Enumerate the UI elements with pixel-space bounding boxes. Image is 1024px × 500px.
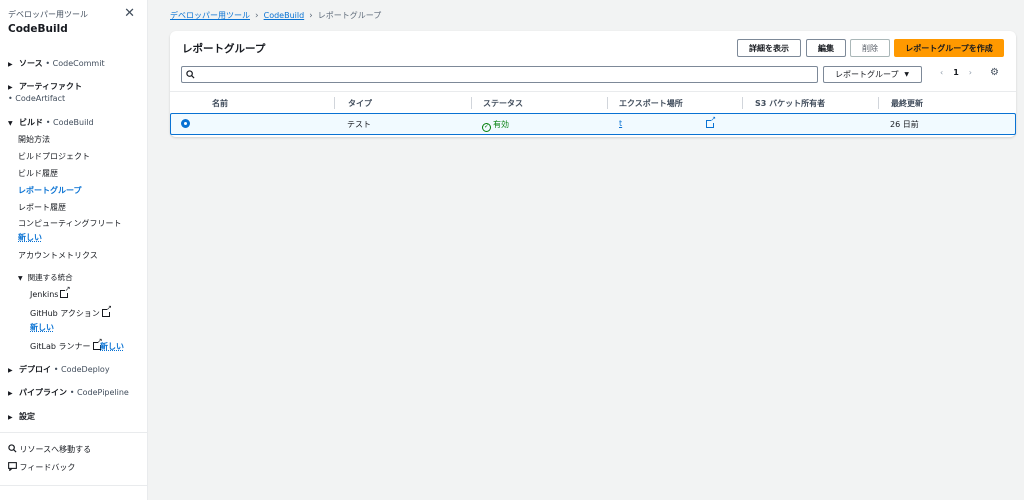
- caret-right-icon: ▶: [8, 390, 13, 397]
- sidebar-item-jenkins[interactable]: Jenkins: [30, 285, 70, 299]
- caret-right-icon: ▶: [8, 367, 13, 374]
- cell-type: テスト: [347, 120, 371, 129]
- breadcrumb-devtools[interactable]: デベロッパー用ツール: [170, 11, 250, 20]
- sidebar-item-build-history[interactable]: ビルド履歴: [18, 168, 58, 179]
- column-header-status[interactable]: ステータス: [483, 98, 523, 109]
- row-radio-selected[interactable]: [181, 119, 190, 128]
- sidebar-item-report-history[interactable]: レポート履歴: [18, 202, 66, 213]
- sidebar-title[interactable]: CodeBuild: [8, 23, 139, 35]
- caret-right-icon: ▶: [8, 414, 13, 421]
- divider: [0, 485, 148, 486]
- caret-down-icon: ▼: [18, 275, 23, 282]
- caret-right-icon: ▶: [8, 84, 13, 91]
- column-divider[interactable]: [334, 97, 335, 109]
- sidebar-subtitle[interactable]: デベロッパー用ツール: [8, 9, 139, 20]
- chevron-right-icon: ›: [255, 11, 259, 21]
- close-icon[interactable]: ✕: [124, 7, 135, 20]
- column-header-name[interactable]: 名前: [212, 98, 228, 109]
- status-badge: ✓ 有効: [482, 120, 509, 132]
- column-divider[interactable]: [878, 97, 879, 109]
- page-number[interactable]: 1: [953, 68, 959, 77]
- sidebar-item-gitlab[interactable]: GitLab ランナー: [30, 337, 103, 352]
- gear-icon[interactable]: ⚙: [990, 67, 999, 78]
- external-link-icon: [60, 285, 70, 298]
- sidebar-section-pipeline[interactable]: ▶ パイプライン • CodePipeline: [8, 387, 129, 398]
- sidebar-item-account-metrics[interactable]: アカウントメトリクス: [18, 250, 98, 261]
- side-navigation: デベロッパー用ツール CodeBuild ✕ ▶ ソース • CodeCommit…: [0, 0, 148, 500]
- cell-export-link[interactable]: t: [619, 119, 622, 128]
- column-divider[interactable]: [471, 97, 472, 109]
- external-link-icon[interactable]: [706, 115, 716, 128]
- external-link-icon: [101, 304, 112, 317]
- column-header-s3-owner[interactable]: S3 バケット所有者: [755, 98, 825, 109]
- divider: [0, 432, 148, 433]
- sidebar-header: デベロッパー用ツール CodeBuild ✕: [0, 0, 147, 44]
- new-badge: 新しい: [100, 342, 124, 351]
- caret-right-icon: ▶: [8, 61, 13, 68]
- report-groups-panel: レポートグループ 詳細を表示 編集 削除 レポートグループを作成 レポートグルー…: [170, 31, 1016, 137]
- column-header-last-modified[interactable]: 最終更新: [891, 98, 923, 109]
- sidebar-item-compute-fleets[interactable]: コンピューティングフリート: [18, 218, 122, 229]
- caret-down-icon: ▼: [8, 120, 13, 127]
- sidebar-section-artifact[interactable]: ▶ アーティファクト: [8, 81, 82, 92]
- view-details-button[interactable]: 詳細を表示: [737, 39, 801, 57]
- column-header-export[interactable]: エクスポート場所: [619, 98, 683, 109]
- sidebar-section-deploy[interactable]: ▶ デプロイ • CodeDeploy: [8, 364, 110, 375]
- chevron-right-icon[interactable]: ›: [969, 68, 972, 77]
- page-title: レポートグループ: [182, 43, 266, 55]
- sidebar-artifact-service: • CodeArtifact: [8, 94, 66, 103]
- chevron-right-icon: ›: [309, 11, 313, 21]
- breadcrumb-codebuild[interactable]: CodeBuild: [264, 11, 305, 20]
- create-report-group-button[interactable]: レポートグループを作成: [894, 39, 1004, 57]
- delete-button[interactable]: 削除: [850, 39, 890, 57]
- feedback-link[interactable]: フィードバック: [8, 462, 75, 473]
- check-circle-icon: ✓: [482, 123, 491, 132]
- sidebar-section-build[interactable]: ▼ ビルド • CodeBuild: [8, 117, 94, 128]
- chevron-left-icon[interactable]: ‹: [940, 68, 943, 77]
- edit-button[interactable]: 編集: [806, 39, 846, 57]
- sidebar-section-related[interactable]: ▼ 関連する統合: [18, 272, 73, 283]
- sidebar-item-report-groups[interactable]: レポートグループ: [18, 185, 82, 196]
- sidebar-item-github[interactable]: GitHub アクション: [30, 304, 112, 319]
- search-icon: [8, 444, 17, 453]
- goto-resource-link[interactable]: リソースへ移動する: [8, 444, 91, 455]
- new-badge: 新しい: [18, 233, 42, 242]
- new-badge: 新しい: [30, 323, 54, 332]
- table-row[interactable]: テスト ✓有効 t 26 日前: [170, 113, 1016, 135]
- search-input[interactable]: [181, 66, 818, 83]
- sidebar-section-source[interactable]: ▶ ソース • CodeCommit: [8, 58, 105, 69]
- sidebar-item-getting-started[interactable]: 開始方法: [18, 134, 50, 145]
- breadcrumb: デベロッパー用ツール › CodeBuild › レポートグループ: [170, 10, 381, 21]
- pagination: ‹ 1 ›: [940, 68, 972, 77]
- sidebar-item-build-projects[interactable]: ビルドプロジェクト: [18, 151, 90, 162]
- sidebar-section-settings[interactable]: ▶ 設定: [8, 411, 35, 422]
- column-divider[interactable]: [607, 97, 608, 109]
- caret-down-icon: ▼: [904, 71, 909, 78]
- column-divider[interactable]: [742, 97, 743, 109]
- breadcrumb-current: レポートグループ: [317, 11, 382, 20]
- search-icon: [186, 70, 195, 79]
- feedback-icon: [8, 462, 17, 472]
- cell-last-modified: 26 日前: [890, 120, 919, 129]
- filter-type-select[interactable]: レポートグループ ▼: [823, 66, 922, 83]
- table-header: 名前 タイプ ステータス エクスポート場所 S3 バケット所有者 最終更新: [170, 91, 1016, 113]
- column-header-type[interactable]: タイプ: [348, 98, 372, 109]
